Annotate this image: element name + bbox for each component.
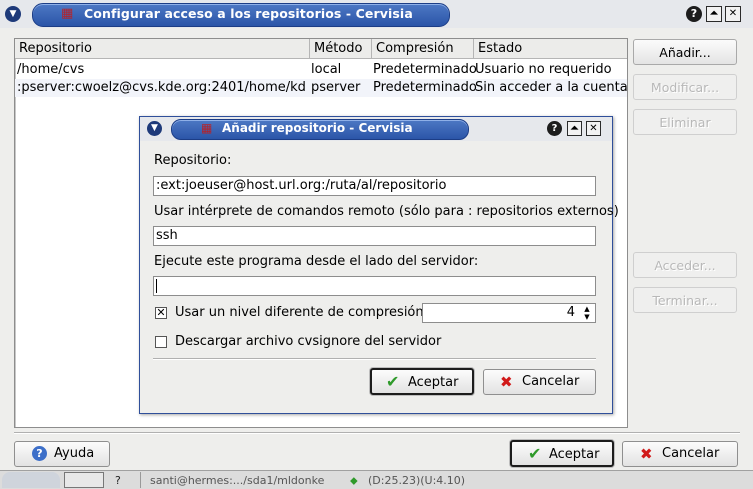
- remote-shell-input[interactable]: ssh: [153, 226, 596, 246]
- cell-estado: Sin acceder a la cuenta: [475, 80, 628, 95]
- add-repository-button[interactable]: Añadir...: [633, 39, 737, 65]
- column-header-compresion[interactable]: Compresión: [372, 39, 474, 59]
- dialog-shade-button[interactable]: ⏶: [567, 121, 582, 136]
- shade-title-button[interactable]: ⏶: [706, 6, 722, 22]
- check-icon: ✔: [386, 372, 400, 391]
- dialog-cancel-button[interactable]: ✖ Cancelar: [483, 369, 596, 395]
- compression-label: Usar un nivel diferente de compresión:: [175, 305, 429, 320]
- add-repository-dialog: ▼ ▦ Añadir repositorio - Cervisia ? ⏶ ✕ …: [139, 116, 619, 414]
- cell-repositorio: /home/cvs: [17, 62, 85, 77]
- dialog-ok-button[interactable]: ✔ Aceptar: [370, 368, 474, 395]
- repository-label: Repositorio:: [154, 153, 232, 168]
- cvsignore-checkbox[interactable]: [155, 336, 167, 348]
- cervisia-app-icon: ▦: [61, 6, 74, 21]
- cancel-x-icon: ✖: [500, 373, 513, 391]
- help-title-button[interactable]: ?: [686, 6, 702, 22]
- cell-metodo: pserver: [311, 80, 361, 95]
- dialog-cancel-label: Cancelar: [522, 374, 580, 389]
- taskbar-item-mldonkey[interactable]: (D:25.23)(U:4.10): [368, 473, 465, 489]
- remove-repository-button[interactable]: Eliminar: [633, 109, 737, 135]
- column-header-repositorio[interactable]: Repositorio: [15, 39, 310, 59]
- help-icon: ?: [32, 446, 47, 461]
- ok-button-label: Aceptar: [549, 447, 600, 462]
- cell-metodo: local: [311, 62, 342, 77]
- dialog-menu-button[interactable]: ▼: [147, 121, 162, 136]
- logout-button[interactable]: Terminar...: [633, 287, 737, 313]
- server-program-label: Ejecute este programa desde el lado del …: [154, 254, 479, 269]
- bottom-separator: [14, 432, 740, 434]
- pager-label: ?: [115, 474, 121, 487]
- spin-down-icon[interactable]: ▼: [581, 313, 593, 321]
- dialog-separator: [153, 358, 596, 360]
- cell-compresion: Predeterminado: [373, 62, 477, 77]
- cell-repositorio: :pserver:cwoelz@cvs.kde.org:2401/home/kd…: [17, 80, 305, 95]
- check-icon: ✔: [528, 444, 542, 463]
- kmenu-button[interactable]: [2, 472, 60, 488]
- cell-estado: Usuario no requerido: [475, 62, 612, 77]
- taskbar-item-terminal[interactable]: santi@hermes:.../sda1/mldonke: [150, 473, 346, 489]
- compression-spinbox[interactable]: 4 ▲ ▼: [422, 303, 596, 323]
- help-button[interactable]: ? Ayuda: [14, 441, 110, 467]
- close-title-button[interactable]: ✕: [725, 6, 741, 22]
- column-header-metodo[interactable]: Método: [310, 39, 372, 59]
- cell-compresion: Predeterminado: [373, 80, 477, 95]
- compression-value: 4: [566, 305, 575, 320]
- ok-button[interactable]: ✔ Aceptar: [510, 440, 614, 467]
- cervisia-dialog-icon: ▦: [201, 121, 213, 135]
- dialog-close-button[interactable]: ✕: [586, 121, 601, 136]
- dialog-title: Añadir repositorio - Cervisia: [222, 121, 413, 135]
- spin-up-icon[interactable]: ▲: [581, 305, 593, 313]
- table-row[interactable]: :pserver:cwoelz@cvs.kde.org:2401/home/kd…: [15, 79, 628, 97]
- text-cursor: [156, 279, 157, 293]
- mldonkey-icon: ⬥: [350, 474, 358, 487]
- server-program-input[interactable]: [153, 276, 596, 296]
- column-header-estado[interactable]: Estado: [474, 39, 627, 59]
- desktop-pager[interactable]: [64, 472, 104, 488]
- dialog-help-button[interactable]: ?: [547, 121, 562, 136]
- window-menu-button[interactable]: ▼: [5, 6, 21, 22]
- cancel-button-label: Cancelar: [662, 446, 720, 461]
- compression-checkbox[interactable]: ✕: [155, 307, 167, 319]
- taskbar: ? santi@hermes:.../sda1/mldonke ⬥ (D:25.…: [0, 470, 753, 489]
- cancel-button[interactable]: ✖ Cancelar: [622, 441, 738, 467]
- modify-repository-button[interactable]: Modificar...: [633, 74, 737, 100]
- help-button-label: Ayuda: [54, 446, 95, 461]
- table-row[interactable]: /home/cvs local Predeterminado Usuario n…: [15, 61, 627, 79]
- remote-shell-label: Usar intérprete de comandos remoto (sólo…: [154, 204, 619, 219]
- taskbar-divider: [140, 472, 147, 488]
- dialog-ok-label: Aceptar: [408, 375, 459, 390]
- cvsignore-label: Descargar archivo cvsignore del servidor: [175, 334, 442, 349]
- main-window-title: Configurar acceso a los repositorios - C…: [84, 6, 413, 21]
- cancel-x-icon: ✖: [640, 445, 653, 463]
- login-button[interactable]: Acceder...: [633, 252, 737, 278]
- repository-input[interactable]: :ext:joeuser@host.url.org:/ruta/al/repos…: [153, 176, 596, 196]
